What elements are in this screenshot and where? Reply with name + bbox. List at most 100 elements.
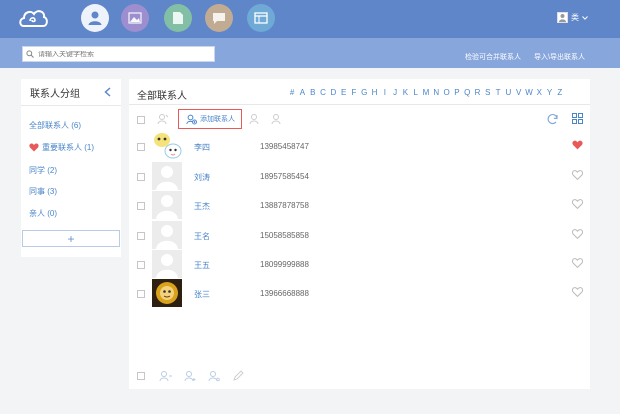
heart-outline-icon[interactable]: [572, 258, 583, 268]
alphabet-letter[interactable]: G: [359, 88, 369, 97]
contact-row[interactable]: 王名 15058585858: [129, 221, 590, 251]
row-checkbox[interactable]: [137, 173, 145, 181]
heart-outline-icon[interactable]: [572, 287, 583, 297]
alphabet-letter[interactable]: R: [472, 88, 482, 97]
alphabet-letter[interactable]: T: [493, 88, 503, 97]
user-edit-icon[interactable]: [249, 113, 261, 125]
contact-phone: 13985458747: [260, 142, 309, 151]
alphabet-letter[interactable]: Z: [555, 88, 565, 97]
alphabet-letter[interactable]: O: [441, 88, 451, 97]
import-export-link[interactable]: 导入\导出联系人: [534, 52, 585, 62]
cartoon-avatar-icon: [154, 133, 182, 159]
alphabet-letter[interactable]: P: [452, 88, 462, 97]
contact-phone: 13887878758: [260, 201, 309, 210]
heart-outline-icon[interactable]: [572, 170, 583, 180]
alphabet-letter[interactable]: A: [297, 88, 307, 97]
contact-name[interactable]: 王杰: [194, 201, 210, 212]
user-avatar-icon: [559, 14, 566, 22]
contact-row[interactable]: 张三 13966668888: [129, 279, 590, 309]
alphabet-letter[interactable]: S: [483, 88, 493, 97]
alphabet-letter[interactable]: F: [349, 88, 359, 97]
alphabet-letter[interactable]: V: [514, 88, 524, 97]
user-menu[interactable]: 类: [557, 12, 588, 23]
alphabet-letter[interactable]: Q: [462, 88, 472, 97]
contact-name[interactable]: 李四: [194, 142, 210, 153]
contact-name[interactable]: 张三: [194, 289, 210, 300]
add-contact-button[interactable]: 添加联系人: [178, 109, 242, 129]
add-group-button[interactable]: +: [22, 230, 120, 247]
group-label: 同学 (2): [29, 166, 57, 175]
groups-header: 联系人分组: [21, 79, 121, 106]
alphabet-letter[interactable]: C: [318, 88, 328, 97]
contact-row[interactable]: 王五 18099999888: [129, 250, 590, 280]
row-checkbox[interactable]: [137, 143, 145, 151]
add-user-icon: [186, 114, 197, 124]
alphabet-letter[interactable]: N: [431, 88, 441, 97]
row-checkbox[interactable]: [137, 232, 145, 240]
alphabet-letter[interactable]: M: [421, 88, 431, 97]
heart-filled-icon[interactable]: [572, 140, 583, 150]
user-remove-icon[interactable]: [271, 113, 283, 125]
alphabet-letter[interactable]: K: [400, 88, 410, 97]
avatar: [557, 12, 568, 23]
alphabet-letter[interactable]: U: [503, 88, 513, 97]
alphabet-letter[interactable]: X: [534, 88, 544, 97]
alphabet-letter[interactable]: B: [308, 88, 318, 97]
alphabet-letter[interactable]: J: [390, 88, 400, 97]
top-navigation-bar: 类: [0, 0, 620, 38]
merge-contacts-link[interactable]: 检验可合并联系人: [465, 52, 521, 62]
alphabet-letter[interactable]: L: [411, 88, 421, 97]
alphabet-letter[interactable]: H: [369, 88, 379, 97]
calendar-icon: [254, 12, 268, 24]
heart-icon: [29, 143, 39, 152]
contact-row[interactable]: 李四 13985458747: [129, 132, 590, 162]
user-group-icon[interactable]: [159, 370, 173, 382]
cloud-logo-icon[interactable]: [18, 6, 48, 32]
nav-calendar-button[interactable]: [247, 4, 275, 32]
groups-panel: 联系人分组 全部联系人 (6) 重要联系人 (1) 同学 (2) 同事 (3) …: [21, 79, 121, 257]
contact-name[interactable]: 王名: [194, 231, 210, 242]
row-checkbox[interactable]: [137, 261, 145, 269]
nav-messages-button[interactable]: [205, 4, 233, 32]
refresh-icon[interactable]: [547, 113, 559, 125]
grid-view-icon[interactable]: [572, 113, 583, 124]
nav-contacts-button[interactable]: [81, 4, 109, 32]
add-user-icon[interactable]: [184, 370, 196, 382]
contact-row[interactable]: 王杰 13887878758: [129, 191, 590, 221]
group-item-family[interactable]: 亲人 (0): [29, 208, 57, 219]
user-icon: [88, 11, 102, 25]
search-box[interactable]: [22, 46, 215, 62]
group-item-all[interactable]: 全部联系人 (6): [29, 120, 81, 131]
alphabet-letter[interactable]: D: [328, 88, 338, 97]
row-checkbox[interactable]: [137, 202, 145, 210]
user-group-icon[interactable]: [157, 113, 169, 125]
contact-name[interactable]: 王五: [194, 260, 210, 271]
contact-name[interactable]: 刘涛: [194, 172, 210, 183]
alphabet-letter[interactable]: E: [338, 88, 348, 97]
group-item-colleagues[interactable]: 同事 (3): [29, 186, 57, 197]
contact-row[interactable]: 刘涛 18957585454: [129, 162, 590, 192]
alphabet-letter[interactable]: Y: [544, 88, 554, 97]
edit-pencil-icon[interactable]: [233, 370, 244, 381]
group-item-classmates[interactable]: 同学 (2): [29, 165, 57, 176]
default-avatar-icon: [152, 162, 182, 190]
alphabet-letter[interactable]: #: [287, 88, 297, 97]
alphabet-letter[interactable]: W: [524, 88, 534, 97]
collapse-arrow-icon[interactable]: [104, 87, 111, 97]
contact-phone: 18099999888: [260, 260, 309, 269]
row-checkbox[interactable]: [137, 290, 145, 298]
group-label: 全部联系人 (6): [29, 121, 81, 130]
nav-photos-button[interactable]: [121, 4, 149, 32]
search-input[interactable]: [38, 50, 208, 58]
contact-avatar: [152, 162, 182, 190]
select-all-checkbox-bottom[interactable]: [137, 372, 145, 380]
select-all-checkbox[interactable]: [137, 116, 145, 124]
group-item-important[interactable]: 重要联系人 (1): [29, 142, 94, 153]
heart-outline-icon[interactable]: [572, 229, 583, 239]
heart-outline-icon[interactable]: [572, 199, 583, 209]
search-icon: [26, 50, 34, 58]
default-avatar-icon: [152, 221, 182, 249]
nav-files-button[interactable]: [164, 4, 192, 32]
alphabet-letter[interactable]: I: [380, 88, 390, 97]
user-settings-icon[interactable]: [208, 370, 220, 382]
